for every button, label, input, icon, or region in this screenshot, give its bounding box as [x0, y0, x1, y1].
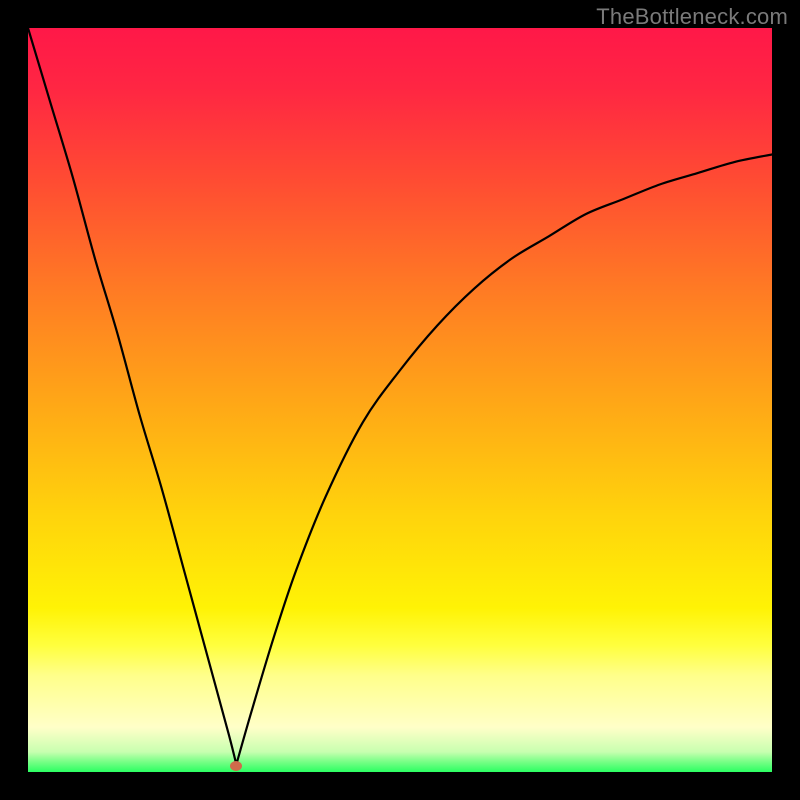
- minimum-marker: [230, 761, 242, 771]
- chart-frame: TheBottleneck.com: [0, 0, 800, 800]
- plot-area: [28, 28, 772, 772]
- watermark-label: TheBottleneck.com: [596, 4, 788, 30]
- bottleneck-curve: [28, 28, 772, 772]
